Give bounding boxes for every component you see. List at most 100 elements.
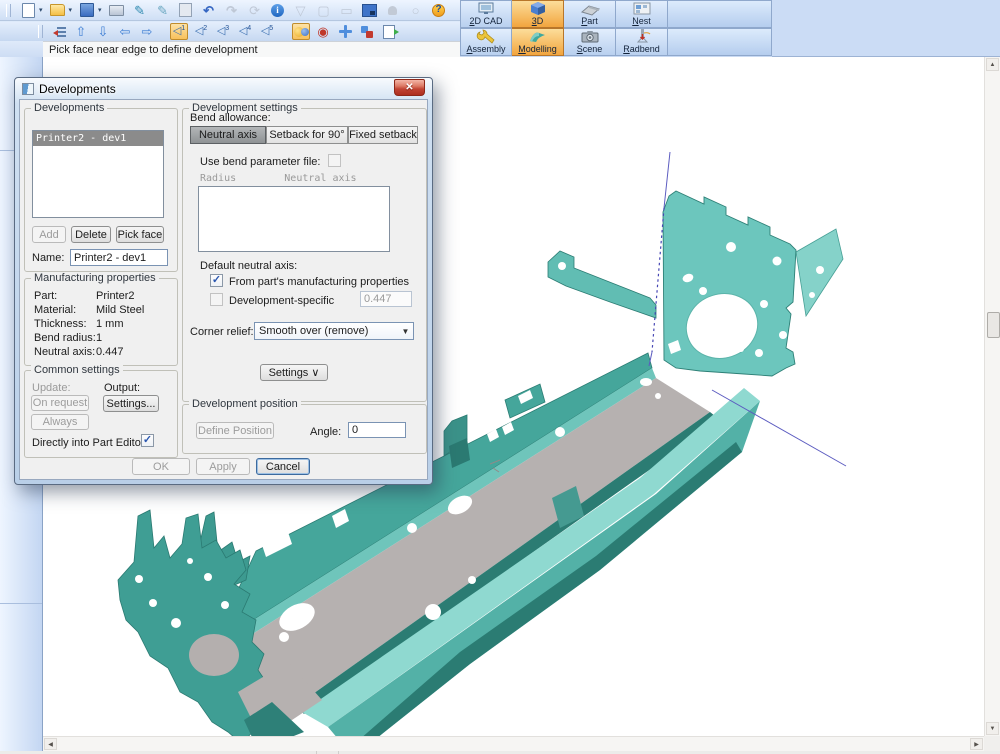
scroll-left-button[interactable]: ◀: [44, 738, 57, 750]
tab-assembly[interactable]: Assembly: [460, 28, 512, 56]
tab-part[interactable]: Part: [564, 0, 616, 28]
toolbar-grip[interactable]: [38, 25, 43, 38]
corner-relief-dropdown[interactable]: Smooth over (remove) ▼: [254, 322, 414, 340]
mode-fixed-setback[interactable]: Fixed setback: [348, 126, 418, 144]
dialog-title: Developments: [39, 82, 116, 96]
property-value: 0.447: [96, 346, 124, 358]
settings-expander-button[interactable]: Settings ∨: [260, 364, 328, 381]
main-toolbar: ▾ ▾ ▾ ✎ ✎ ↶ ↷ ⟳ i ▽ ▢ ▭ ○ ?: [0, 0, 460, 21]
left-plate-arch: [189, 634, 239, 676]
view-5-icon[interactable]: ◁5: [258, 23, 276, 40]
chevron-down-icon: ▼: [398, 327, 413, 336]
cancel-button[interactable]: Cancel: [256, 458, 310, 475]
info-icon[interactable]: i: [269, 2, 287, 19]
on-request-button[interactable]: On request: [31, 395, 89, 411]
draw-icon[interactable]: ✎: [131, 2, 149, 19]
directly-into-part-editor-checkbox[interactable]: ✓: [141, 434, 154, 447]
status-filler: [0, 41, 43, 57]
property-label: Material:: [34, 304, 76, 316]
mode-neutral-axis[interactable]: Neutral axis: [190, 126, 266, 144]
shaded-view-icon[interactable]: [292, 23, 310, 40]
property-value: Mild Steel: [96, 304, 144, 316]
floor-hole: [407, 523, 417, 533]
part-icon: [580, 1, 600, 16]
export-icon[interactable]: [380, 23, 398, 40]
user-icon[interactable]: [384, 2, 402, 19]
view-2-icon[interactable]: ◁2: [192, 23, 210, 40]
view-1-icon[interactable]: ◁1: [170, 23, 188, 40]
apply-button[interactable]: Apply: [196, 458, 250, 475]
paste-icon[interactable]: [177, 2, 195, 19]
bounding-box-icon[interactable]: ▢: [315, 2, 333, 19]
move-right-icon[interactable]: ⇨: [138, 23, 156, 40]
module-tab-row-1: 2D CAD 3D Part Nest: [460, 0, 772, 28]
scroll-down-button[interactable]: ▼: [986, 722, 999, 735]
tab-modelling[interactable]: Modelling: [512, 28, 564, 56]
tab-3d[interactable]: 3D: [512, 0, 564, 28]
open-file-icon[interactable]: [49, 2, 67, 19]
hint-icon[interactable]: ○: [407, 2, 425, 19]
undo-icon[interactable]: ↶: [200, 2, 218, 19]
tab-nest[interactable]: Nest: [616, 0, 668, 28]
output-settings-button[interactable]: Settings...: [103, 395, 159, 412]
define-position-button[interactable]: Define Position: [196, 422, 274, 439]
name-input[interactable]: [70, 249, 168, 266]
help-icon[interactable]: ?: [430, 2, 448, 19]
right-flange-hole: [809, 292, 815, 298]
tab-label: Part: [581, 16, 598, 26]
ok-button[interactable]: OK: [132, 458, 190, 475]
measure-icon[interactable]: ▭: [338, 2, 356, 19]
delete-button[interactable]: Delete: [71, 226, 111, 243]
scroll-up-button[interactable]: ▲: [986, 58, 999, 71]
from-part-checkbox[interactable]: ✓: [210, 274, 223, 287]
always-button[interactable]: Always: [31, 414, 89, 430]
new-dropdown-icon[interactable]: ▾: [39, 6, 43, 14]
save-file-icon[interactable]: [78, 2, 96, 19]
tab-2d-cad[interactable]: 2D CAD: [460, 0, 512, 28]
right-plate-hole: [699, 287, 707, 295]
close-button[interactable]: ✕: [394, 79, 425, 96]
angle-input[interactable]: [348, 422, 406, 438]
tab-scene[interactable]: Scene: [564, 28, 616, 56]
annotate-icon[interactable]: ✎: [154, 2, 172, 19]
property-label: Part:: [34, 290, 57, 302]
application-window: ▾ ▾ ▾ ✎ ✎ ↶ ↷ ⟳ i ▽ ▢ ▭ ○ ? ⇧ ⇩ ⇦ ⇨ ◁1 ◁…: [0, 0, 1000, 754]
development-specific-checkbox[interactable]: [210, 293, 223, 306]
vertical-scrollbar[interactable]: ▲ ▼: [984, 57, 1000, 736]
tab-radbend[interactable]: Radbend: [616, 28, 668, 56]
redo-icon[interactable]: ↷: [223, 2, 241, 19]
new-document-icon[interactable]: [19, 2, 37, 19]
move-down-icon[interactable]: ⇩: [94, 23, 112, 40]
floor-hole: [640, 378, 652, 386]
bend-parameter-listbox[interactable]: [198, 186, 390, 252]
add-button[interactable]: Add: [32, 226, 66, 243]
open-dropdown-icon[interactable]: ▾: [69, 6, 73, 14]
toolbar-grip[interactable]: [6, 4, 11, 17]
pan-icon[interactable]: [336, 23, 354, 40]
snap-target-icon[interactable]: ◉: [314, 23, 332, 40]
right-plate-hole: [760, 300, 768, 308]
view-4-icon[interactable]: ◁4: [236, 23, 254, 40]
window-icon[interactable]: [361, 2, 379, 19]
horizontal-scrollbar[interactable]: ◀ ▶: [43, 736, 984, 751]
update-flag-icon[interactable]: [358, 23, 376, 40]
view-3-icon[interactable]: ◁3: [214, 23, 232, 40]
move-left-icon[interactable]: ⇦: [116, 23, 134, 40]
tab-row-filler: [668, 28, 772, 56]
mode-setback-90[interactable]: Setback for 90°: [266, 126, 348, 144]
pick-face-button[interactable]: Pick face: [116, 226, 164, 243]
developments-listbox[interactable]: Printer2 - dev1: [32, 130, 164, 218]
use-bend-parameter-file-checkbox[interactable]: [328, 154, 341, 167]
refresh-icon[interactable]: ⟳: [246, 2, 264, 19]
print-icon[interactable]: [108, 2, 126, 19]
filter-icon[interactable]: ▽: [292, 2, 310, 19]
scroll-right-button[interactable]: ▶: [970, 738, 983, 750]
save-dropdown-icon[interactable]: ▾: [98, 6, 102, 14]
hierarchy-icon[interactable]: [50, 23, 68, 40]
list-item-selected[interactable]: Printer2 - dev1: [33, 131, 163, 146]
developments-dialog: Developments ✕ Developments Printer2 - d…: [14, 77, 433, 485]
move-up-icon[interactable]: ⇧: [72, 23, 90, 40]
vertical-scroll-thumb[interactable]: [987, 312, 1000, 338]
development-specific-input[interactable]: [360, 291, 412, 307]
tab-label: Radbend: [623, 44, 660, 54]
